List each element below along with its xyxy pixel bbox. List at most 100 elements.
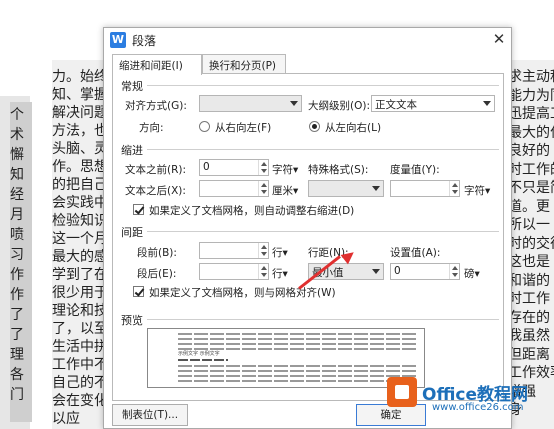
outline-level-value: 正文文本 xyxy=(375,99,417,111)
indent-before-unit[interactable]: 字符▾ xyxy=(272,162,298,177)
document-text-line: 作 xyxy=(10,287,24,303)
section-preview: 预览 xyxy=(121,314,143,327)
document-text-line: 各 xyxy=(10,367,24,383)
document-text-line: 学到了在 xyxy=(52,267,108,283)
document-text-line: 作 xyxy=(10,267,24,283)
document-text-line: 能力为同 xyxy=(508,87,554,104)
section-spacing: 间距 xyxy=(121,226,143,239)
document-text-line: 自己的不 xyxy=(52,375,108,391)
document-text-line: 这也是 xyxy=(508,254,550,270)
preview-line xyxy=(178,343,418,345)
document-text-line: 会实践中 xyxy=(52,195,108,211)
preview-line xyxy=(178,338,418,340)
wps-app-icon: W xyxy=(110,32,126,48)
document-text-line: 道。更 xyxy=(508,198,550,215)
document-text-line: 的把自己 xyxy=(52,177,108,193)
measure-unit[interactable]: 字符▾ xyxy=(464,183,490,198)
setting-value-input[interactable]: 0 xyxy=(390,263,460,280)
document-text-line: 知 xyxy=(10,167,24,183)
document-text-line: 这一个月 xyxy=(52,231,108,247)
spinner-icon[interactable] xyxy=(449,181,459,196)
document-text-line: 方法，也 xyxy=(52,123,108,139)
preview-line xyxy=(178,359,228,361)
space-before-input[interactable] xyxy=(199,242,269,259)
spinner-icon[interactable] xyxy=(258,181,268,196)
section-indent: 缩进 xyxy=(121,144,143,157)
rtl-radio[interactable] xyxy=(199,121,210,132)
setting-value-unit[interactable]: 磅▾ xyxy=(464,266,480,281)
document-text-line: 迅提高工 xyxy=(508,106,554,122)
special-format-label: 特殊格式(S): xyxy=(308,164,369,176)
document-text-line: 所以一 xyxy=(508,217,550,233)
alignment-select[interactable] xyxy=(199,95,302,112)
document-text-line: 经 xyxy=(10,187,24,203)
chevron-down-icon xyxy=(372,269,380,274)
document-text-line: 很少用于 xyxy=(52,285,108,301)
section-general: 常规 xyxy=(121,80,143,93)
close-icon[interactable]: ✕ xyxy=(490,30,508,48)
ok-button[interactable]: 确定 xyxy=(356,404,426,426)
spinner-icon[interactable] xyxy=(258,243,268,258)
document-text-line: 个 xyxy=(10,107,24,123)
document-text-line: 不只是简 xyxy=(508,180,554,196)
document-text-line: 但距离 xyxy=(508,346,550,363)
space-after-label: 段后(E): xyxy=(137,268,177,280)
divider xyxy=(147,85,499,86)
preview-line xyxy=(178,375,418,377)
divider xyxy=(147,149,499,150)
preview-line xyxy=(178,380,418,382)
indent-after-unit[interactable]: 厘米▾ xyxy=(272,183,298,198)
document-text-line: 月 xyxy=(10,207,24,223)
rtl-label: 从右向左(F) xyxy=(215,122,272,134)
special-format-select[interactable] xyxy=(308,180,384,197)
indent-before-input[interactable]: 0 xyxy=(199,159,269,176)
dialog-titlebar[interactable]: W 段落 ✕ xyxy=(104,28,511,52)
outline-level-label: 大纲级别(O): xyxy=(308,100,370,112)
measure-input[interactable] xyxy=(390,180,460,197)
document-text-line: 工作中不 xyxy=(52,357,108,373)
document-text-line: 作。思想 xyxy=(52,159,108,175)
tab-stops-button[interactable]: 制表位(T)... xyxy=(112,404,188,426)
alignment-label: 对齐方式(G): xyxy=(125,100,187,112)
ltr-label: 从左向右(L) xyxy=(325,122,382,134)
document-text-line: 门 xyxy=(10,387,24,403)
document-text-line: 时工作 xyxy=(508,291,550,307)
document-text-line: 检验知识 xyxy=(52,213,108,229)
setting-value-value: 0 xyxy=(394,265,401,277)
document-text-line: 术 xyxy=(10,127,24,143)
preview-line xyxy=(178,333,418,335)
auto-right-indent-checkbox[interactable] xyxy=(133,204,144,215)
divider xyxy=(147,319,499,320)
space-after-unit[interactable]: 行▾ xyxy=(272,266,288,281)
snap-to-grid-checkbox[interactable] xyxy=(133,286,144,297)
spinner-icon[interactable] xyxy=(258,264,268,279)
indent-after-input[interactable] xyxy=(199,180,269,197)
document-text-line: 存在的 xyxy=(508,309,550,326)
chevron-down-icon xyxy=(372,186,380,191)
document-text-line: 了 xyxy=(10,327,24,343)
auto-right-indent-label: 如果定义了文档网格，则自动调整右缩进(D) xyxy=(149,205,355,217)
document-text-line: 解决问题 xyxy=(52,105,108,121)
preview-box: 示例文字 示例文字 xyxy=(147,328,425,388)
ltr-radio[interactable] xyxy=(309,121,320,132)
spinner-icon[interactable] xyxy=(449,264,459,279)
outline-level-select[interactable]: 正文文本 xyxy=(371,95,495,112)
document-text-line: 时工作的 xyxy=(508,161,554,178)
indent-before-label: 文本之前(R): xyxy=(125,164,187,176)
tab-line-page-breaks[interactable]: 换行和分页(P) xyxy=(202,54,286,74)
document-text-line: 时的交往 xyxy=(508,235,554,252)
tab-indent-spacing[interactable]: 缩进和间距(I) xyxy=(112,54,202,75)
office-logo-icon xyxy=(387,377,417,407)
document-text-line: 理 xyxy=(10,347,24,363)
space-before-unit[interactable]: 行▾ xyxy=(272,245,288,260)
document-text-line: 喷 xyxy=(10,227,24,243)
document-text-line: 我虽然 xyxy=(508,328,550,344)
document-text-line: 头脑、灵 xyxy=(52,141,108,157)
spinner-icon[interactable] xyxy=(258,160,268,175)
dialog-title: 段落 xyxy=(132,34,157,48)
space-after-input[interactable] xyxy=(199,263,269,280)
chevron-down-icon xyxy=(483,101,491,106)
document-text-line: 了，以至 xyxy=(52,321,108,337)
space-before-label: 段前(B): xyxy=(137,247,177,259)
document-text-line: 会在变化 xyxy=(52,393,108,409)
